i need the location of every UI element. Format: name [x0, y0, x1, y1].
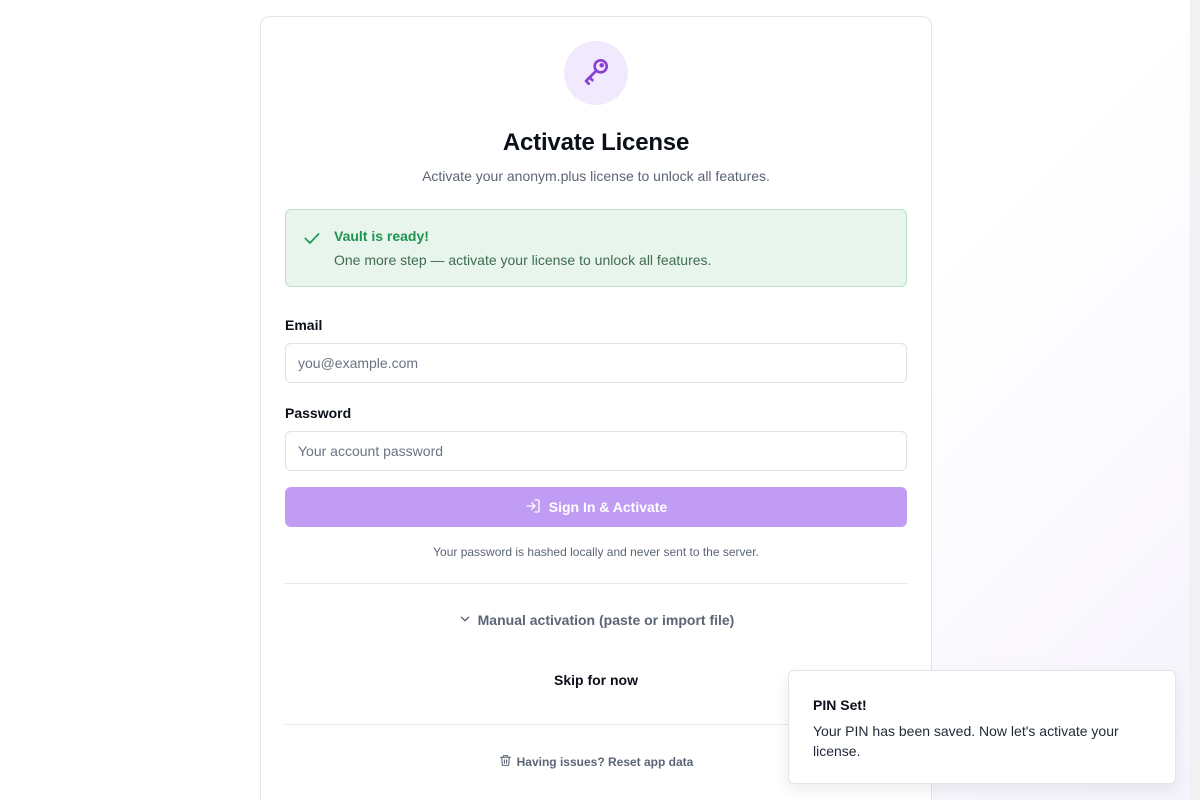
- divider-top: [285, 583, 907, 584]
- password-label: Password: [285, 405, 352, 421]
- chevron-down-icon: [458, 612, 472, 629]
- toast-title: PIN Set!: [813, 697, 867, 713]
- skip-for-now-button[interactable]: Skip for now: [521, 667, 671, 693]
- email-field[interactable]: [285, 343, 907, 383]
- sign-in-activate-label: Sign In & Activate: [548, 499, 668, 515]
- sign-in-icon: [525, 498, 541, 517]
- page-subtitle: Activate your anonym.plus license to unl…: [422, 168, 770, 184]
- trash-icon: [499, 754, 512, 770]
- page-scrollbar[interactable]: [1190, 0, 1200, 800]
- reset-app-data-label: Having issues? Reset app data: [516, 755, 694, 769]
- manual-activation-toggle[interactable]: Manual activation (paste or import file): [261, 609, 931, 631]
- check-icon: [302, 228, 322, 248]
- sign-in-activate-button[interactable]: Sign In & Activate: [285, 487, 907, 527]
- email-label: Email: [285, 317, 323, 333]
- pin-set-toast: PIN Set! Your PIN has been saved. Now le…: [788, 670, 1176, 784]
- success-alert: Vault is ready! One more step — activate…: [285, 209, 907, 287]
- password-field[interactable]: [285, 431, 907, 471]
- page-title: Activate License: [502, 129, 690, 156]
- key-badge: [564, 41, 628, 105]
- alert-title: Vault is ready!: [334, 228, 429, 244]
- alert-message: One more step — activate your license to…: [334, 252, 712, 268]
- password-hint: Your password is hashed locally and neve…: [433, 545, 759, 559]
- key-icon: [580, 55, 612, 92]
- toast-message: Your PIN has been saved. Now let's activ…: [813, 723, 1119, 759]
- manual-activation-label: Manual activation (paste or import file): [477, 612, 735, 628]
